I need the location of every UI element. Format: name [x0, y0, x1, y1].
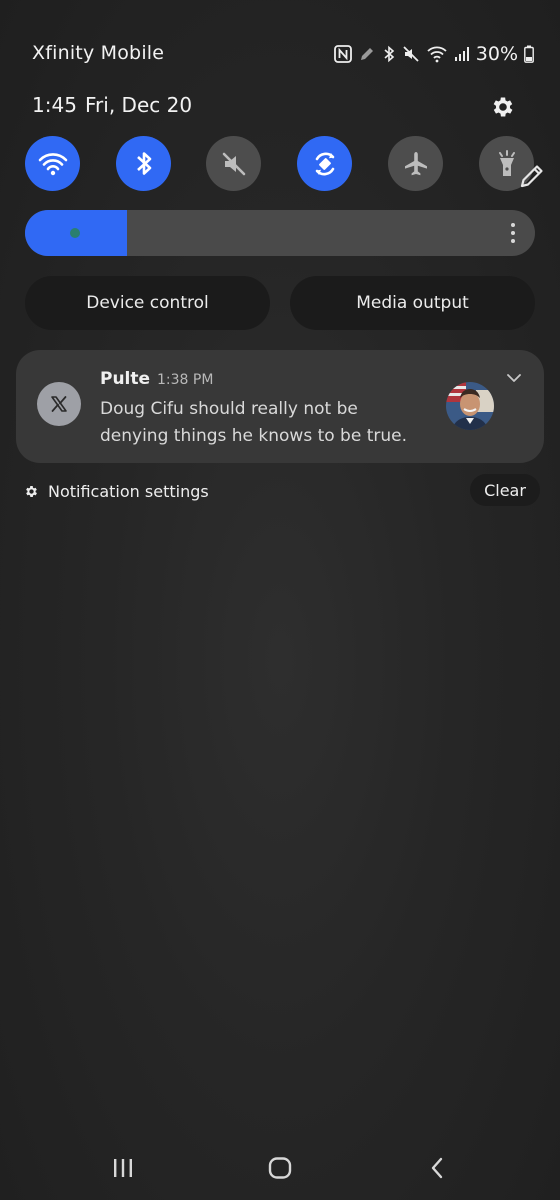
- back-icon: [431, 1157, 443, 1179]
- brightness-icon: [70, 228, 80, 238]
- datetime-row: 1:45 Fri, Dec 20: [0, 90, 560, 124]
- home-icon: [268, 1157, 292, 1179]
- wifi-icon: [38, 152, 67, 175]
- more-vertical-icon[interactable]: [505, 222, 521, 244]
- settings-button[interactable]: [488, 92, 518, 122]
- mute-icon: [222, 152, 245, 175]
- bluetooth-icon: [382, 45, 396, 63]
- chevron-down-icon[interactable]: [502, 366, 526, 390]
- brightness-slider[interactable]: [25, 210, 535, 256]
- notification-card[interactable]: Pulte 1:38 PM Doug Cifu should really no…: [16, 350, 544, 463]
- bluetooth-icon: [136, 151, 151, 175]
- notification-settings-button[interactable]: Notification settings: [24, 478, 209, 504]
- toggle-auto-rotate[interactable]: [297, 136, 352, 191]
- edit-toggles-button[interactable]: [507, 148, 557, 204]
- wifi-icon: [426, 45, 448, 63]
- quick-toggles: [0, 136, 560, 192]
- rotate-icon: [315, 152, 334, 175]
- recents-icon: [114, 1159, 132, 1177]
- toggle-airplane-mode[interactable]: [388, 136, 443, 191]
- pen-icon: [358, 45, 376, 63]
- status-icons: 30%: [333, 42, 534, 66]
- home-button[interactable]: [260, 1152, 300, 1184]
- airplane-icon: [404, 151, 427, 175]
- notification-settings-label: Notification settings: [48, 481, 209, 501]
- toggle-bluetooth[interactable]: [116, 136, 171, 191]
- notification-body: Doug Cifu should really not be denying t…: [100, 399, 408, 446]
- battery-icon: [524, 45, 534, 63]
- navigation-bar: [0, 1140, 560, 1196]
- notification-time: 1:38 PM: [157, 372, 214, 388]
- clear-button[interactable]: Clear: [470, 474, 540, 506]
- toggle-wifi[interactable]: [25, 136, 80, 191]
- clock[interactable]: 1:45: [32, 93, 77, 117]
- media-output-button[interactable]: Media output: [290, 276, 535, 330]
- cell-signal-icon: [454, 46, 470, 62]
- pencil-icon: [520, 165, 543, 188]
- device-control-button[interactable]: Device control: [25, 276, 270, 330]
- gear-icon: [493, 97, 513, 117]
- back-button[interactable]: [417, 1152, 457, 1184]
- notification-title: Pulte: [100, 369, 151, 389]
- gear-icon: [26, 485, 37, 497]
- status-bar: Xfinity Mobile 30%: [0, 36, 560, 72]
- date[interactable]: Fri, Dec 20: [85, 93, 192, 117]
- battery-percent: 30%: [475, 43, 518, 65]
- nfc-icon: [333, 45, 352, 63]
- recents-button[interactable]: [103, 1152, 143, 1184]
- mute-icon: [402, 45, 420, 63]
- avatar: [446, 382, 494, 430]
- carrier-name: Xfinity Mobile: [32, 42, 165, 64]
- x-logo-icon: [37, 382, 81, 426]
- toggle-sound[interactable]: [206, 136, 261, 191]
